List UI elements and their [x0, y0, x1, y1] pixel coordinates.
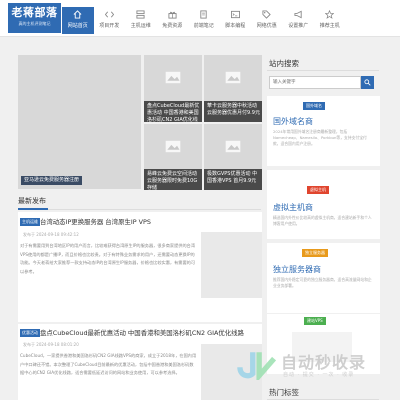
card-description: 2024年常用国外域名注册商最新整理，包括Namecheap、Namesilo、…: [273, 129, 367, 146]
article-meta: 发布于 2024-09-18 08:01:20: [23, 342, 79, 347]
code-icon: [104, 11, 114, 18]
article-excerpt: CubeCloud，一家提供香港和美国洛杉矶CN2 GIA线路VPS的商家，成立…: [20, 353, 197, 376]
image-placeholder-icon: [165, 71, 181, 84]
host-card[interactable]: 虚拟主机 虚拟主机商 精选国内外性价比较高的虚拟主机商，适合建站新手和个人博客用…: [267, 170, 380, 239]
page: 老蒋部落 真的主机评测笔记 网站首页 项目开发 主机运维 免费资源 前端笔记 脚…: [0, 0, 400, 400]
nav-item-promo[interactable]: 设置推广: [283, 7, 315, 34]
article-card[interactable]: 优惠活动 盘点CubeCloud最新优惠活动 中国香港和美国洛杉矶CN2 GIA…: [18, 324, 262, 400]
nav-item-dev[interactable]: 项目开发: [94, 7, 126, 34]
tag-icon: [262, 10, 271, 19]
article-title[interactable]: 盘点CubeCloud最新优惠活动 中国香港和美国洛杉矶CN2 GIA优化线路: [40, 328, 244, 337]
watermark-logo-icon: [237, 352, 277, 380]
article-excerpt: 对于有需要用到台湾地区IP的用户而言，比较难获得台湾原生IP的服务器，很多商家提…: [20, 243, 196, 275]
article-title[interactable]: 台湾动态IP更换服务器 台湾原生IP VPS: [40, 217, 151, 226]
nav-label: 设置推广: [288, 23, 309, 29]
featured-title: 极数GVPS优惠活动 中国香港VPS 首月9.9元: [207, 171, 258, 184]
main-nav: 网站首页 项目开发 主机运维 免费资源 前端笔记 脚本编程 网络优惠 设置推广 …: [62, 7, 346, 34]
nav-label: 项目开发: [99, 23, 120, 29]
article-meta: 发布于 2024-09-18 09:42:12: [23, 232, 79, 237]
nav-label: 网络优惠: [256, 23, 277, 29]
megaphone-icon: [294, 10, 302, 19]
search-input[interactable]: [269, 76, 361, 89]
home-icon: [73, 10, 82, 19]
nav-item-frontend[interactable]: 前端笔记: [188, 7, 220, 34]
card-badge: 国外域名: [303, 102, 325, 110]
nav-label: 免费资源: [162, 23, 183, 29]
divider: [48, 209, 261, 210]
main-content: 亚马逊云免费服务器注册 盘点CubeCloud最新优惠活动 中国香港和美国洛杉矶…: [18, 52, 262, 400]
featured-tile[interactable]: 盘点CubeCloud最新优惠活动 中国香港和美国洛杉矶CN2 GIA优化线路: [144, 55, 202, 122]
star-icon: [325, 10, 335, 19]
divider: [267, 70, 379, 71]
image-placeholder-icon: [225, 140, 241, 153]
logo-tagline: 真的主机评测笔记: [18, 21, 51, 26]
image-placeholder-icon: [165, 140, 181, 153]
featured-tile[interactable]: 易峰云免费云空间活动 云服务器限时免费10G存储: [144, 124, 202, 190]
heading-underline: [18, 208, 48, 210]
host-card[interactable]: 国外域名 国外域名商 2024年常用国外域名注册商最新整理，包括Namechea…: [267, 96, 380, 166]
gift-icon: [168, 11, 177, 19]
hot-tags-title: 热门标签: [269, 388, 299, 397]
search-icon: [364, 79, 371, 86]
nav-label: 前端笔记: [193, 23, 214, 29]
nav-item-script[interactable]: 脚本编程: [220, 7, 252, 34]
terminal-icon: [230, 10, 240, 19]
nav-item-ops[interactable]: 主机运维: [125, 7, 157, 34]
article-thumbnail[interactable]: [201, 232, 262, 298]
card-description: 精选国内外性价比较高的虚拟主机商，适合建站新手和个人博客用户使用。: [273, 215, 372, 226]
site-header: 老蒋部落 真的主机评测笔记 网站首页 项目开发 主机运维 免费资源 前端笔记 脚…: [0, 0, 400, 37]
watermark: 自动秒收录 自动 · 提交 · 一次 · 收录: [233, 346, 383, 386]
note-icon: [200, 10, 207, 19]
featured-title: 亚马逊云免费服务器注册: [21, 176, 83, 185]
site-logo[interactable]: 老蒋部落 真的主机评测笔记: [8, 3, 61, 33]
search-button[interactable]: [361, 76, 374, 89]
card-title[interactable]: 独立服务器商: [273, 264, 321, 275]
featured-title: 華卡云服务器中秋活动 云服务器优惠月付9.9元: [207, 103, 260, 116]
card-badge: 虚拟主机: [307, 186, 329, 194]
featured-tile-large[interactable]: 亚马逊云免费服务器注册: [18, 55, 141, 189]
category-tag[interactable]: 优惠活动: [20, 329, 40, 337]
watermark-text: 自动秒收录: [281, 353, 367, 372]
nav-item-home[interactable]: 网站首页: [62, 7, 94, 34]
watermark-subtext: 自动 · 提交 · 一次 · 收录: [283, 372, 355, 378]
host-card[interactable]: 独立服务器 独立服务器商 推荐国内外稳定可靠的独立服务器商，适合高流量网站和企业…: [267, 243, 380, 313]
card-title[interactable]: 国外域名商: [273, 116, 313, 127]
search-widget-title: 站内搜索: [269, 59, 299, 68]
nav-label: 网站首页: [67, 23, 88, 29]
nav-label: 主机运维: [130, 23, 151, 29]
nav-label: 脚本编程: [225, 23, 246, 29]
card-badge: 建站VPS: [304, 317, 326, 325]
featured-tile[interactable]: 极数GVPS优惠活动 中国香港VPS 首月9.9元: [204, 124, 262, 190]
featured-title: 盘点CubeCloud最新优惠活动 中国香港和美国洛杉矶CN2 GIA优化线路: [147, 103, 200, 122]
image-placeholder-icon: [225, 71, 241, 84]
card-title[interactable]: 虚拟主机商: [273, 202, 313, 213]
card-description: 推荐国内外稳定可靠的独立服务器商，适合高流量网站和企业业务部署。: [273, 277, 372, 288]
logo-title: 老蒋部落: [11, 6, 58, 19]
nav-item-free[interactable]: 免费资源: [157, 7, 189, 34]
featured-tile[interactable]: 華卡云服务器中秋活动 云服务器优惠月付9.9元: [204, 55, 262, 122]
latest-heading: 最新发布: [18, 197, 46, 205]
featured-title: 易峰云免费云空间活动 云服务器限时免费10G存储: [147, 171, 198, 190]
category-tag[interactable]: 主机运维: [20, 218, 40, 226]
nav-label: 推荐主机: [319, 23, 340, 29]
nav-item-recommend[interactable]: 推荐主机: [314, 7, 346, 34]
card-badge: 独立服务器: [302, 249, 328, 257]
nav-item-deals[interactable]: 网络优惠: [251, 7, 283, 34]
server-icon: [136, 10, 145, 19]
article-card[interactable]: 主机运维 台湾动态IP更换服务器 台湾原生IP VPS 发布于 2024-09-…: [18, 212, 262, 322]
